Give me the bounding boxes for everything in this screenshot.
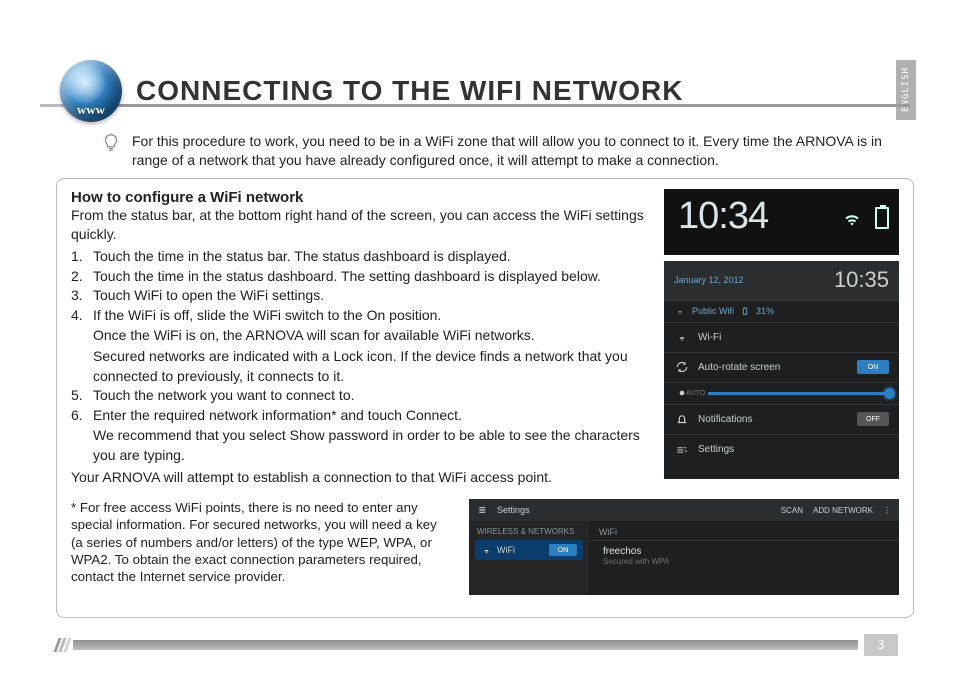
manual-page: ENGLISH www CONNECTING TO THE WIFI NETWO… xyxy=(0,0,954,700)
intro-text: For this procedure to work, you need to … xyxy=(132,132,914,170)
globe-label: www xyxy=(77,102,105,118)
wifi-settings-main: WiFi freechos Secured with WPA xyxy=(589,521,899,595)
wifi-sidebar-row: WiFi ON xyxy=(475,540,583,560)
dashboard-date: January 12, 2012 xyxy=(674,275,744,285)
network-security: Secured with WPA xyxy=(603,557,885,566)
instruction-box: How to configure a WiFi network From the… xyxy=(56,178,914,618)
footnote-text: * For free access WiFi points, there is … xyxy=(71,499,451,595)
dashboard-clock: 10:35 xyxy=(834,267,889,293)
settings-row: Settings xyxy=(664,435,899,465)
lower-row: * For free access WiFi points, there is … xyxy=(71,499,899,595)
wifi-network-item: freechos Secured with WPA xyxy=(589,541,899,571)
instruction-text-column: How to configure a WiFi network From the… xyxy=(71,189,650,487)
statusbar-screenshot: 10:34 xyxy=(664,189,899,255)
step-item: 4.If the WiFi is off, slide the WiFi swi… xyxy=(71,306,650,386)
page-title: CONNECTING TO THE WIFI NETWORK xyxy=(136,75,683,107)
wifi-row: Wi-Fi xyxy=(664,323,899,353)
public-wifi-row: Public Wifi 31% xyxy=(664,301,899,323)
clock-display: 10:34 xyxy=(678,195,768,238)
step-item: 1.Touch the time in the status bar. The … xyxy=(71,247,650,267)
wifi-settings-sidebar: WIRELESS & NETWORKS WiFi ON xyxy=(469,521,589,595)
autorotate-row: Auto-rotate screen ON xyxy=(664,353,899,383)
wifi-icon xyxy=(481,545,492,555)
screenshot-column: 10:34 January 12, 2012 10:35 Public Wifi… xyxy=(664,189,899,487)
page-footer-bar: 3 xyxy=(56,634,898,656)
dashboard-screenshot: January 12, 2012 10:35 Public Wifi 31% W… xyxy=(664,261,899,479)
brightness-knob xyxy=(884,388,895,399)
wifi-icon xyxy=(674,331,690,343)
wireless-section-header: WIRELESS & NETWORKS xyxy=(469,521,589,538)
wifi-on-toggle: ON xyxy=(549,544,577,556)
step-item: 2.Touch the time in the status dashboard… xyxy=(71,267,650,287)
wifi-settings-screenshot: Settings SCANADD NETWORK⋮ WIRELESS & NET… xyxy=(469,499,899,595)
box-heading: How to configure a WiFi network xyxy=(71,189,650,206)
wifi-settings-topbar: Settings SCANADD NETWORK⋮ xyxy=(469,499,899,521)
page-header: www CONNECTING TO THE WIFI NETWORK xyxy=(60,50,914,122)
box-footer-text: Your ARNOVA will attempt to establish a … xyxy=(71,468,650,488)
auto-label: AUTO xyxy=(686,390,705,397)
on-toggle: ON xyxy=(857,360,889,374)
dashboard-top-bar: January 12, 2012 10:35 xyxy=(664,261,899,301)
notifications-row: Notifications OFF xyxy=(664,405,899,435)
settings-icon xyxy=(674,443,690,457)
page-number: 3 xyxy=(864,634,898,656)
wifi-icon xyxy=(839,209,865,229)
wifi-list-header: WiFi xyxy=(589,521,899,541)
footer-bar xyxy=(73,640,858,650)
rotate-icon xyxy=(674,360,690,374)
step-list: 1.Touch the time in the status bar. The … xyxy=(71,247,650,466)
off-toggle: OFF xyxy=(857,412,889,426)
box-description: From the status bar, at the bottom right… xyxy=(71,206,650,245)
lightbulb-icon xyxy=(100,132,122,159)
step-item: 6.Enter the required network information… xyxy=(71,406,650,466)
footer-chevrons-icon xyxy=(56,638,69,652)
brightness-track xyxy=(708,392,889,395)
globe-icon: www xyxy=(60,60,122,122)
menu-dots-icon: ⋮ xyxy=(883,506,891,515)
intro-block: For this procedure to work, you need to … xyxy=(100,132,914,170)
brightness-slider-row: AUTO xyxy=(664,383,899,405)
battery-icon xyxy=(875,207,889,229)
battery-small-icon xyxy=(740,306,750,316)
wifi-small-icon xyxy=(674,306,686,316)
add-network-label: ADD NETWORK xyxy=(813,506,873,515)
network-name: freechos xyxy=(603,546,885,557)
notifications-icon xyxy=(674,412,690,426)
step-item: 3.Touch WiFi to open the WiFi settings. xyxy=(71,286,650,306)
scan-label: SCAN xyxy=(781,506,803,515)
settings-small-icon xyxy=(477,503,491,517)
step-item: 5.Touch the network you want to connect … xyxy=(71,386,650,406)
